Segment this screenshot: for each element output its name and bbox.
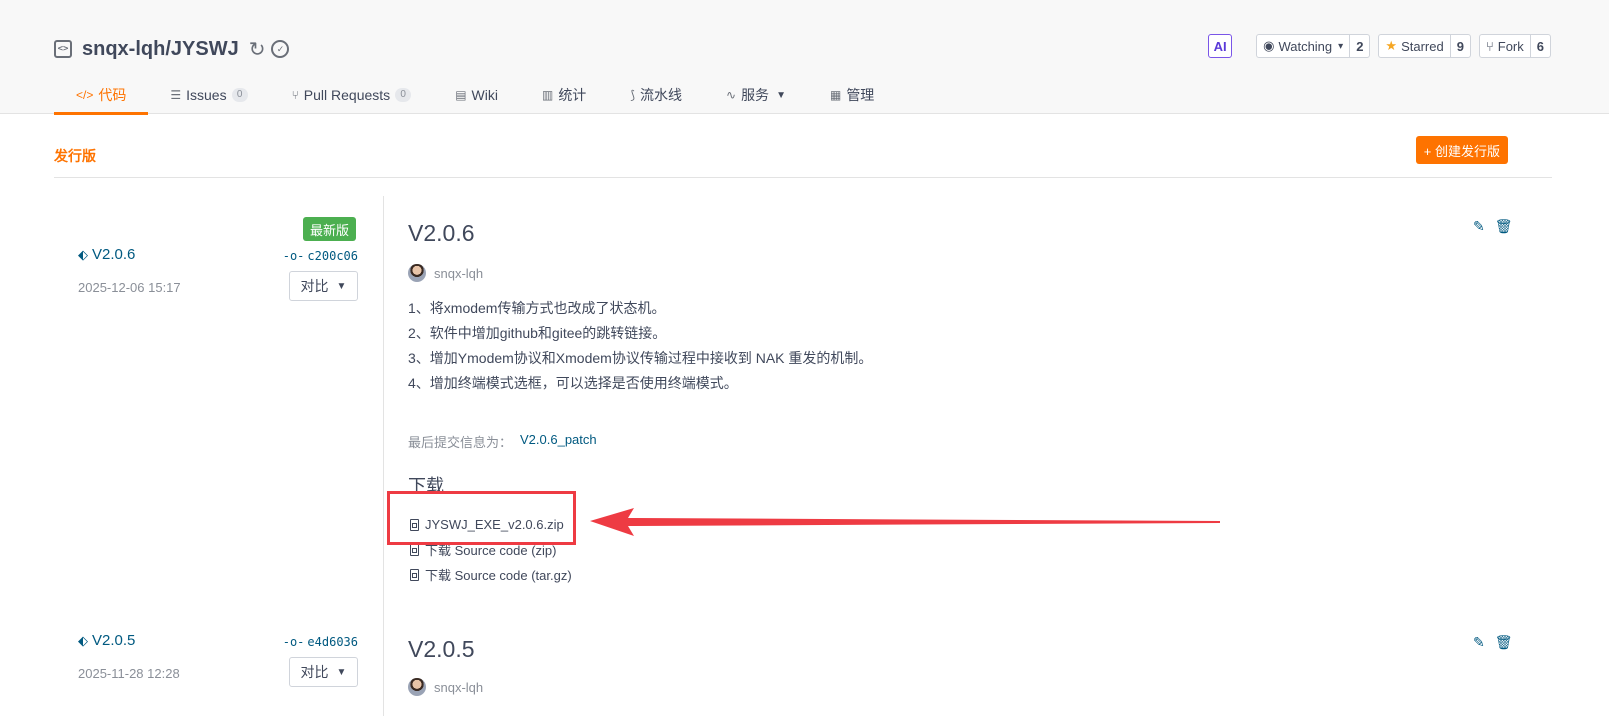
pull-request-icon: ⑂	[291, 88, 299, 102]
divider	[54, 177, 1552, 178]
commit-icon: -o-	[282, 635, 305, 649]
compare-dropdown[interactable]: 对比 ▼	[289, 271, 358, 301]
compare-dropdown[interactable]: 对比 ▼	[289, 657, 358, 687]
repo-title: <> snqx-lqh/JYSWJ ↻ ✓	[54, 36, 290, 62]
download-link-targz[interactable]: 下载 Source code (tar.gz)	[410, 562, 572, 587]
fork-icon: ⑂	[1485, 38, 1494, 54]
annotation-arrow	[590, 508, 1220, 536]
pull-requests-count: 0	[395, 88, 412, 102]
timeline-divider	[383, 196, 384, 716]
tab-wiki[interactable]: ▤ Wiki	[433, 76, 520, 114]
issues-count: 0	[231, 88, 248, 102]
release-date: 2025-11-28 12:28	[78, 666, 180, 681]
tab-pull-requests[interactable]: ⑂ Pull Requests 0	[270, 76, 434, 114]
ai-button[interactable]: AI	[1208, 34, 1233, 58]
sync-icon[interactable]: ↻	[249, 37, 266, 62]
watch-count[interactable]: 2	[1350, 35, 1369, 57]
tab-stats[interactable]: ▥ 统计	[520, 76, 608, 114]
code-icon: </>	[76, 88, 94, 102]
release-author[interactable]: snqx-lqh	[408, 264, 483, 282]
wiki-icon: ▤	[455, 88, 467, 102]
award-icon[interactable]: ✓	[271, 40, 290, 58]
release-title[interactable]: V2.0.5	[408, 636, 475, 663]
create-release-button[interactable]: + 创建发行版	[1415, 136, 1508, 164]
release-notes: 1、将xmodem传输方式也改成了状态机。 2、软件中增加github和gite…	[408, 300, 873, 391]
fork-count[interactable]: 6	[1531, 35, 1550, 57]
repo-tabs: </> 代码 ☰ Issues 0 ⑂ Pull Requests 0 ▤ Wi…	[54, 76, 896, 115]
edit-icon[interactable]: ✎	[1473, 218, 1485, 235]
release-author[interactable]: snqx-lqh	[408, 678, 483, 696]
release-actions: ✎ 🗑	[1473, 634, 1513, 651]
release-actions: ✎ 🗑	[1473, 218, 1513, 235]
manage-icon: ▦	[829, 88, 842, 102]
annotation-highlight-box	[387, 491, 576, 545]
chevron-down-icon: ▾	[1338, 40, 1344, 52]
star-button-group[interactable]: ★ Starred 9	[1378, 34, 1471, 58]
edit-icon[interactable]: ✎	[1473, 634, 1485, 651]
file-icon	[410, 543, 419, 556]
last-commit-info: 最后提交信息为： V2.0.6_patch	[408, 432, 597, 451]
release-date: 2025-12-06 15:17	[78, 280, 181, 295]
chevron-down-icon: ▼	[336, 280, 347, 292]
tab-issues[interactable]: ☰ Issues 0	[148, 76, 269, 114]
pulse-icon: ∿	[726, 88, 737, 102]
star-count[interactable]: 9	[1451, 35, 1470, 57]
star-button[interactable]: ★ Starred	[1379, 35, 1451, 57]
chevron-down-icon: ▼	[336, 666, 347, 678]
tag-icon: ⬖	[78, 632, 88, 648]
fork-button[interactable]: ⑂ Fork	[1480, 35, 1531, 57]
eye-icon: ◉	[1263, 38, 1275, 53]
release-title[interactable]: V2.0.6	[408, 220, 475, 247]
release-tag-link[interactable]: ⬖ V2.0.5	[78, 632, 135, 649]
latest-badge: 最新版	[303, 217, 357, 241]
repo-header: <> snqx-lqh/JYSWJ ↻ ✓ AI ◉ Watching ▾ 2 ★ S…	[0, 0, 1609, 115]
trash-icon[interactable]: 🗑	[1495, 218, 1513, 235]
file-icon	[410, 568, 419, 581]
releases-heading: 发行版	[54, 148, 96, 164]
star-icon: ★	[1385, 38, 1398, 53]
chevron-down-icon: ▼	[776, 89, 786, 101]
issues-icon: ☰	[170, 88, 182, 102]
commit-link[interactable]: -o- e4d6036	[283, 635, 358, 649]
repo-actions: AI ◉ Watching ▾ 2 ★ Starred 9 ⑂ Fork 6	[1208, 34, 1551, 58]
commit-link[interactable]: -o- c200c06	[283, 249, 358, 263]
pipeline-icon: ⟆	[630, 88, 635, 102]
last-commit-link[interactable]: V2.0.6_patch	[520, 432, 597, 451]
commit-icon: -o-	[282, 249, 305, 263]
tab-services[interactable]: ∿ 服务 ▼	[704, 76, 808, 114]
repo-icon: <>	[54, 40, 72, 58]
fork-button-group[interactable]: ⑂ Fork 6	[1478, 34, 1551, 58]
tab-manage[interactable]: ▦ 管理	[808, 76, 896, 114]
avatar[interactable]	[408, 264, 426, 282]
trash-icon[interactable]: 🗑	[1495, 634, 1513, 651]
watch-button[interactable]: ◉ Watching ▾	[1257, 35, 1351, 57]
watch-button-group[interactable]: ◉ Watching ▾ 2	[1256, 34, 1371, 58]
avatar[interactable]	[408, 678, 426, 696]
chart-icon: ▥	[541, 88, 554, 102]
tab-code[interactable]: </> 代码	[54, 76, 149, 115]
release-tag-link[interactable]: ⬖ V2.0.6	[78, 246, 135, 263]
repo-name-link[interactable]: snqx-lqh/JYSWJ	[82, 38, 239, 61]
tag-icon: ⬖	[78, 246, 88, 262]
tab-pipeline[interactable]: ⟆ 流水线	[608, 76, 704, 114]
